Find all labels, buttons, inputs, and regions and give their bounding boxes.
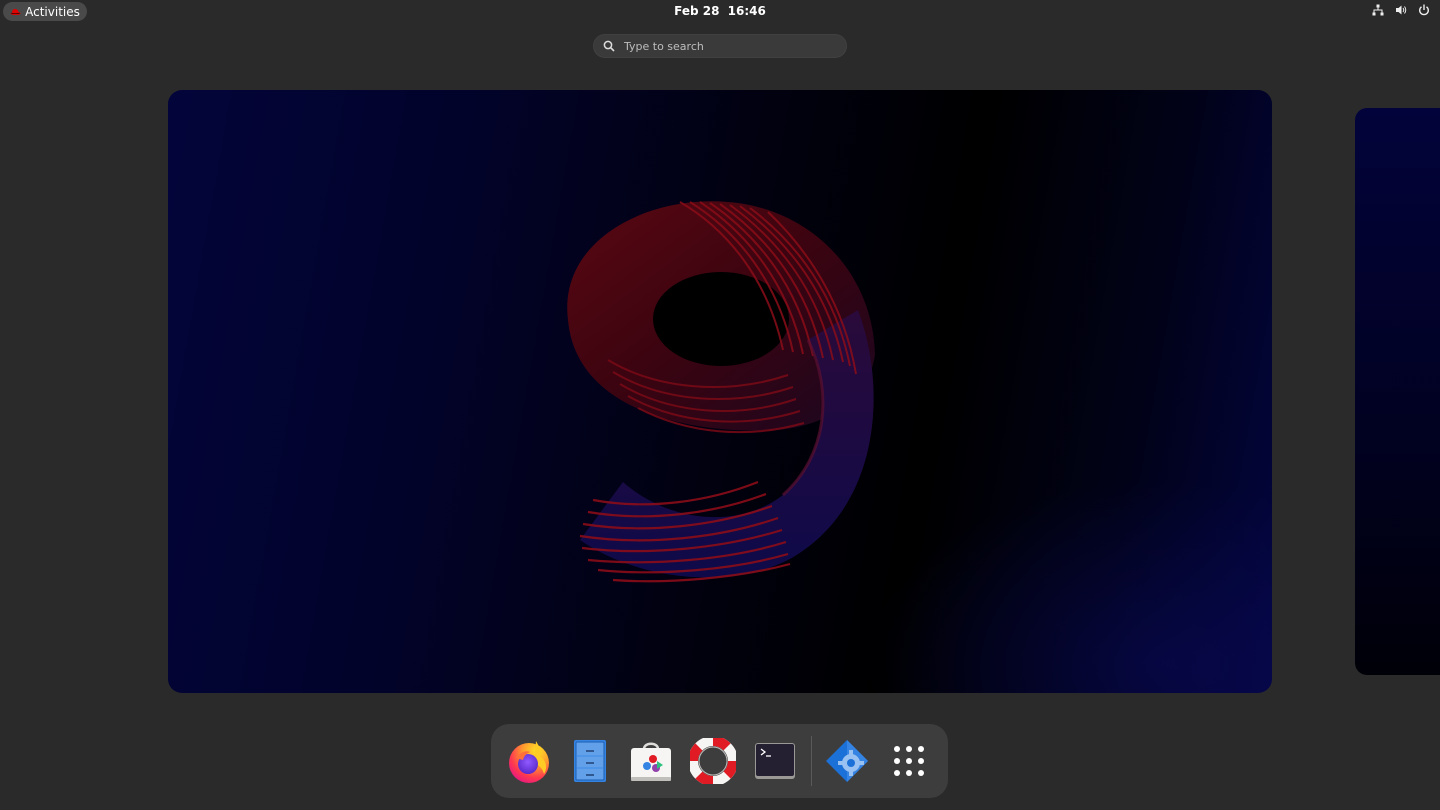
app-grid-icon: [894, 746, 924, 776]
system-tray[interactable]: [1372, 4, 1430, 16]
clock[interactable]: Feb 28 16:46: [0, 4, 1440, 18]
dash-app-grid-button[interactable]: [885, 737, 933, 785]
dash: [491, 724, 948, 798]
volume-icon[interactable]: [1395, 4, 1407, 16]
dash-app-files[interactable]: [566, 737, 614, 785]
dash-app-terminal[interactable]: [751, 737, 799, 785]
network-icon[interactable]: [1372, 4, 1384, 16]
dash-app-settings[interactable]: [823, 737, 871, 785]
search-icon: [603, 40, 615, 52]
nine-wallpaper-image: [567, 201, 875, 583]
search-bar[interactable]: [593, 34, 847, 58]
dash-app-firefox[interactable]: [505, 737, 553, 785]
software-icon: [631, 742, 671, 781]
firefox-icon: [509, 741, 549, 783]
clock-date: Feb 28: [674, 4, 720, 18]
search-input[interactable]: [624, 39, 824, 53]
settings-icon: [826, 740, 868, 782]
power-icon[interactable]: [1418, 4, 1430, 16]
dash-app-help[interactable]: [689, 737, 737, 785]
workspace-thumbnail[interactable]: [168, 90, 1272, 693]
help-icon: [690, 738, 736, 784]
files-icon: [574, 740, 606, 782]
top-bar: Activities Feb 28 16:46: [0, 0, 1440, 23]
next-workspace-thumbnail[interactable]: [1355, 108, 1440, 675]
clock-time: 16:46: [727, 4, 766, 18]
dash-app-software[interactable]: [627, 737, 675, 785]
terminal-icon: [755, 743, 795, 779]
dash-separator: [811, 736, 812, 786]
